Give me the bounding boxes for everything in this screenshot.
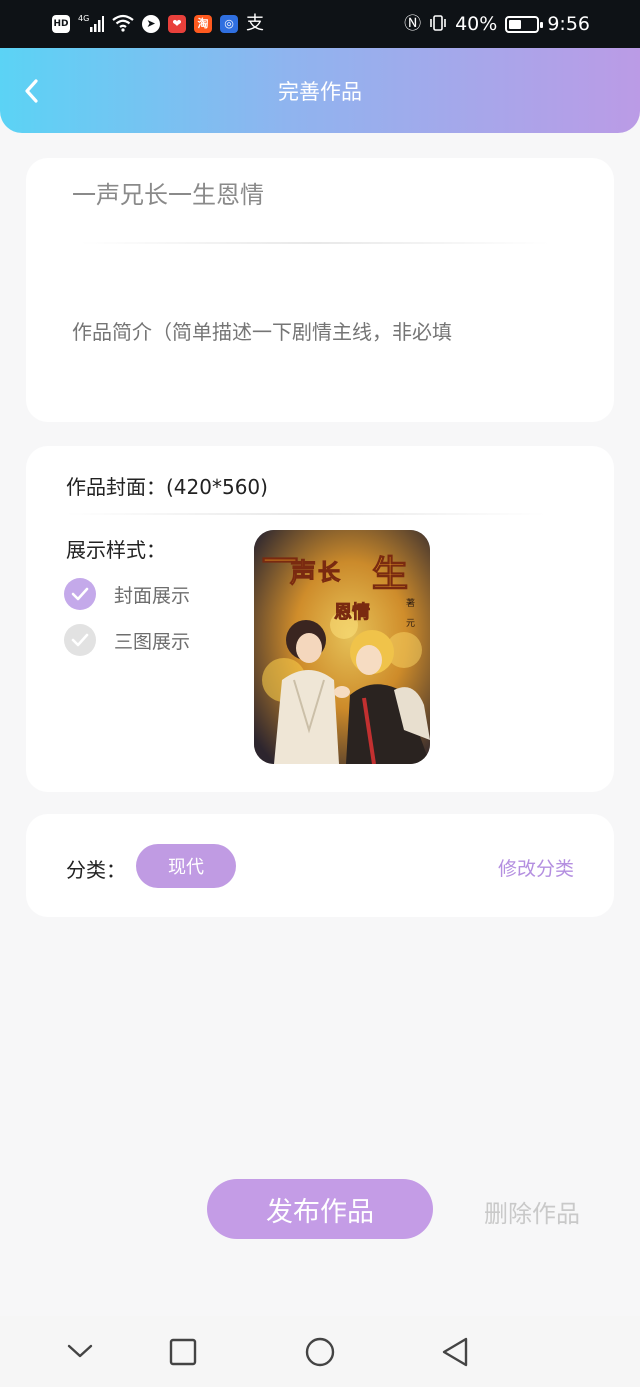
svg-text:著: 著	[406, 597, 415, 609]
svg-text:元: 元	[406, 619, 415, 629]
category-card: 分类： 现代 修改分类	[26, 814, 614, 917]
nav-back-button[interactable]	[440, 1336, 470, 1372]
status-icons-right: Ⓝ 40% 9:56	[404, 13, 590, 35]
checkmark-unchecked-icon	[64, 624, 96, 656]
app-icon: ❤	[168, 15, 186, 33]
style-option-label: 封面展示	[114, 584, 191, 607]
nav-collapse-button[interactable]	[66, 1341, 94, 1365]
bulb-icon: ◎	[220, 15, 238, 33]
alipay-icon: 支	[246, 13, 264, 34]
4g-signal-icon: 4G	[78, 13, 104, 36]
battery-percent: 40%	[455, 13, 498, 35]
taobao-icon: 淘	[194, 15, 212, 33]
circle-icon	[305, 1337, 335, 1367]
chevron-left-icon	[25, 79, 38, 103]
style-option-label: 三图展示	[114, 630, 191, 653]
clock: 9:56	[547, 13, 590, 35]
chevron-down-icon	[67, 1344, 93, 1358]
battery-icon	[505, 15, 544, 33]
cover-illustration: 一 声 长 生 恩情 著 元	[254, 530, 430, 764]
style-option-cover[interactable]: 封面展示	[64, 577, 190, 611]
nfc-icon: Ⓝ	[404, 13, 422, 34]
cover-card: 作品封面：(420*560) 展示样式： 封面展示 三图展示 一 声 长 生 恩…	[26, 446, 614, 792]
work-info-card	[26, 158, 614, 422]
style-option-three-images[interactable]: 三图展示	[64, 623, 190, 657]
vibrate-icon	[429, 14, 447, 35]
delete-button[interactable]: 删除作品	[484, 1194, 580, 1229]
svg-text:长: 长	[318, 561, 341, 586]
svg-text:4G: 4G	[78, 14, 89, 23]
nav-home-button[interactable]	[304, 1336, 336, 1372]
cover-image[interactable]: 一 声 长 生 恩情 著 元	[254, 530, 430, 764]
work-intro-input[interactable]	[72, 320, 582, 344]
svg-text:声: 声	[290, 559, 316, 589]
page-title: 完善作品	[278, 79, 362, 104]
header-bar: 完善作品	[0, 48, 640, 133]
publish-button[interactable]: 发布作品	[207, 1179, 433, 1239]
status-icons-left: HD 4G ➤ ❤ 淘 ◎ 支	[52, 13, 264, 36]
divider	[80, 242, 550, 244]
cover-label: 作品封面：(420*560)	[66, 475, 268, 499]
svg-text:恩情: 恩情	[334, 602, 370, 623]
wifi-icon	[112, 14, 134, 35]
status-bar: HD 4G ➤ ❤ 淘 ◎ 支 Ⓝ 40% 9:56	[0, 0, 640, 48]
square-icon	[169, 1338, 197, 1366]
system-nav-bar	[0, 1316, 640, 1387]
work-title-input[interactable]	[72, 178, 552, 206]
svg-text:生: 生	[372, 554, 408, 595]
category-label: 分类：	[66, 858, 126, 882]
back-button[interactable]	[20, 78, 46, 104]
display-style-label: 展示样式：	[66, 538, 166, 562]
checkmark-checked-icon	[64, 578, 96, 610]
edit-category-link[interactable]: 修改分类	[498, 854, 574, 881]
hd-icon: HD	[52, 15, 70, 33]
app-icon: ➤	[142, 15, 160, 33]
nav-recents-button[interactable]	[169, 1338, 197, 1370]
category-tag: 现代	[136, 844, 236, 888]
triangle-back-icon	[442, 1337, 468, 1367]
divider	[66, 513, 546, 515]
